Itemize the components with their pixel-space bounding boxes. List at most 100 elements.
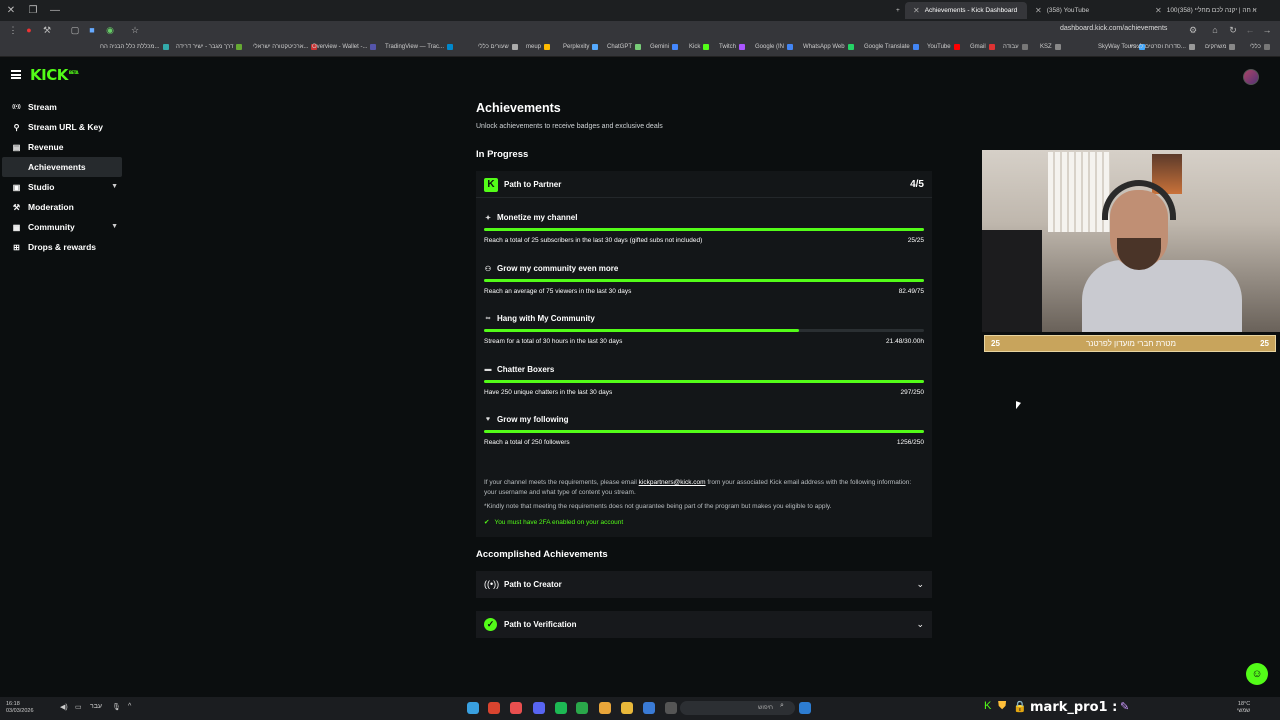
partner-email-link[interactable]: kickpartners@kick.com [639,479,706,486]
chat-support-button[interactable]: ☺ [1246,663,1268,685]
bookmark-item[interactable]: עבודה [1003,44,1028,50]
bookmark-item[interactable]: WhatsApp Web [803,44,854,50]
bookmark-favicon-icon [236,44,243,50]
sidebar-item-stream[interactable]: ((•)) Stream [2,97,122,117]
tab-youtube-video[interactable]: ✕ 100א חה | יקנה לכם מחליי (358) [1147,2,1269,19]
language-indicator[interactable]: עבר [90,703,102,710]
app-icon[interactable] [488,702,500,714]
bookmark-item[interactable]: Overview - Wallet -... [312,44,377,50]
sidebar-item-achievements[interactable]: Achievements [2,157,122,177]
close-tab-icon[interactable]: ✕ [1155,6,1162,15]
bookmark-item[interactable]: Gemini [650,44,679,50]
bookmark-item[interactable]: מכללת כלל הבניה הח... [100,44,169,50]
close-tab-icon[interactable]: ✕ [1035,6,1042,15]
tab-youtube[interactable]: ✕ (358) YouTube [1027,2,1147,19]
mouse-cursor-icon [1016,401,1021,411]
sidebar-item-moderation[interactable]: ⚒ Moderation [2,197,122,217]
menu-dots-icon[interactable]: ⋮ [8,25,18,35]
extension-icon[interactable]: ◉ [105,25,115,35]
home-icon[interactable]: ⌂ [1210,25,1220,35]
restore-window-icon[interactable]: ❐ [22,0,44,21]
bookmark-item[interactable]: TradingView — Trac... [385,44,454,50]
extension-icon[interactable]: ▢ [70,25,80,35]
minimize-window-icon[interactable]: — [44,0,66,21]
close-tab-icon[interactable]: ✕ [913,6,920,15]
extension-icon[interactable]: ■ [87,25,97,35]
achievement-progress-bar [484,430,924,433]
sidebar-item-stream-url-key[interactable]: ⚲ Stream URL & Key [2,117,122,137]
bookmark-item[interactable]: שעורים כללי [478,44,518,50]
bookmark-item[interactable]: Google Translate [864,44,919,50]
path-to-verification-card[interactable]: ✓ Path to Verification ⌄ [476,611,932,638]
spotify-icon[interactable] [555,702,567,714]
url-field[interactable]: dashboard.kick.com/achievements [1060,25,1167,32]
user-avatar[interactable] [1243,69,1259,85]
app-icon[interactable] [576,702,588,714]
bookmark-star-icon[interactable]: ☆ [130,25,140,35]
microphone-icon[interactable]: 🎙 [112,703,121,711]
chevron-down-icon[interactable]: ⌄ [916,579,924,590]
bookmark-item[interactable]: meup [526,44,551,50]
kick-logo[interactable]: KICKBETA [30,66,79,84]
sidebar-item-drops-rewards[interactable]: ⊞ Drops & rewards [2,237,122,257]
volume-icon[interactable]: ◀) [60,703,68,711]
sidebar-item-community[interactable]: ▦ Community ▼ [2,217,122,237]
bookmark-item[interactable]: סדרות וסרטים לצפיי... [1130,44,1195,50]
tab-label: (358) YouTube [1046,7,1090,14]
bookmark-label: Perplexity [563,44,590,50]
achievement-value: 1256/250 [896,439,924,446]
achievement-value: 25/25 [907,237,924,244]
sidebar-item-revenue[interactable]: ▤ Revenue [2,137,122,157]
bookmark-item[interactable]: Twitch [719,44,746,50]
network-icon[interactable]: ▭ [75,703,82,711]
sidebar-item-studio[interactable]: ▣ Studio ▼ [2,177,122,197]
achievement-value: 297/250 [900,389,925,396]
bookmark-item[interactable]: Kick [689,44,710,50]
hamburger-menu-icon[interactable] [11,70,21,79]
chevron-down-icon[interactable]: ▼ [111,223,118,230]
bookmark-item[interactable]: דרך מגבר - ישיר דרידה [176,44,243,50]
app-icon[interactable] [510,702,522,714]
achievement-title: ▬ Chatter Boxers [484,365,555,374]
extension-icon[interactable]: ⚒ [42,25,52,35]
bookmark-favicon-icon [511,44,518,50]
bookmark-item[interactable]: Perplexity [563,44,599,50]
bookmark-favicon-icon [1188,44,1195,50]
chevron-down-icon[interactable]: ▼ [111,183,118,190]
path-to-partner-card: K Path to Partner 4/5 ✦ Monetize my chann… [476,171,932,537]
reload-icon[interactable]: ↻ [1228,25,1238,35]
chevron-up-icon[interactable]: ^ [128,703,131,710]
bookmark-item[interactable]: KSZ [1040,44,1061,50]
path-to-creator-card[interactable]: ((•)) Path to Creator ⌄ [476,571,932,598]
tab-kick-dashboard[interactable]: ✕ Achievements - Kick Dashboard [905,2,1027,19]
windows-start-icon[interactable] [799,702,811,714]
close-window-icon[interactable]: ✕ [0,0,22,21]
site-settings-icon[interactable]: ⚙ [1188,25,1198,35]
bookmark-item[interactable]: משחקים [1205,44,1236,50]
chrome-icon[interactable] [599,702,611,714]
sidebar-item-label: Drops & rewards [28,242,97,252]
chevron-down-icon[interactable]: ⌄ [916,619,924,630]
bookmark-item[interactable]: ChatGPT [607,44,642,50]
task-view-icon[interactable] [665,702,677,714]
extension-icon[interactable]: ● [24,25,34,35]
search-icon: ⌕ [780,702,784,709]
bookmark-item[interactable]: Google (IN [755,44,794,50]
discord-icon[interactable] [533,702,545,714]
taskbar-search[interactable]: חיפוש [680,701,795,715]
page-title: Achievements [476,101,561,115]
bookmark-item[interactable]: YouTube [927,44,960,50]
path-to-partner-header[interactable]: K Path to Partner 4/5 [476,171,932,198]
app-icon[interactable] [643,702,655,714]
bookmark-item[interactable]: כללי [1250,44,1270,50]
back-icon[interactable]: → [1262,25,1272,35]
card-title: Path to Verification [504,620,577,629]
bookmark-item[interactable]: Gmail [970,44,995,50]
file-explorer-icon[interactable] [621,702,633,714]
app-icon[interactable] [467,702,479,714]
lock-icon: 🔒 [1013,701,1027,713]
bookmark-item[interactable]: ארכיטקטורה ישראלי... [253,44,318,50]
achievement-progress-fill [484,380,924,383]
forward-icon[interactable]: ← [1245,25,1255,35]
weather-widget[interactable]: 18°C שמשי [1237,701,1250,715]
